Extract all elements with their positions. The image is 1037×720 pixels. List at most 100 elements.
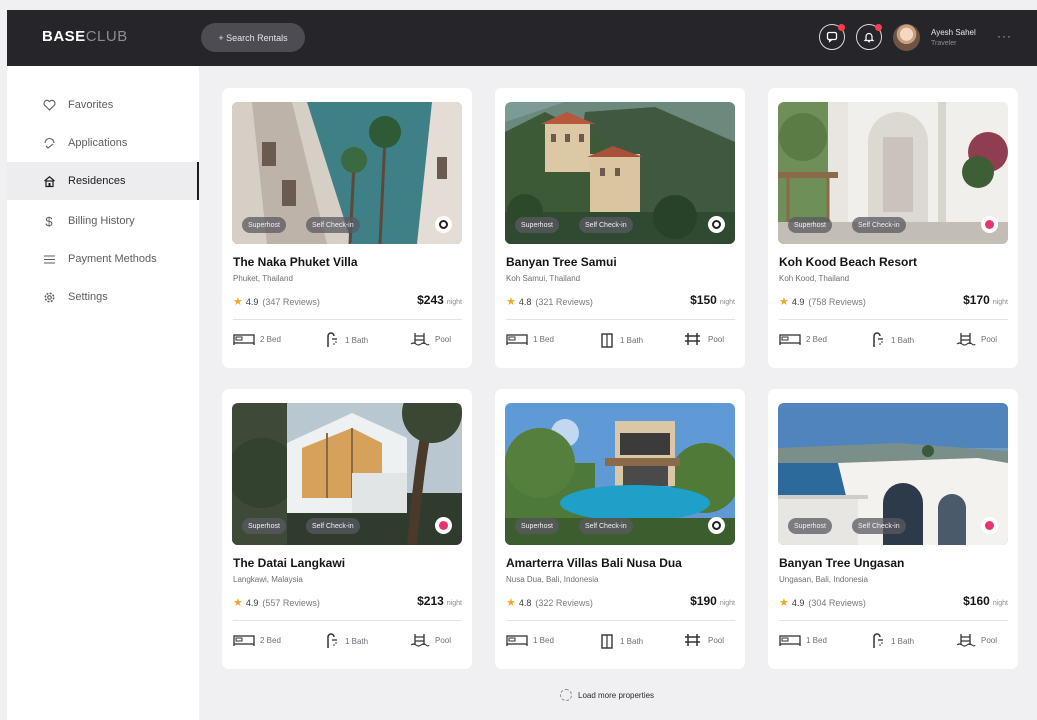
amenity-pool: Pool — [956, 332, 997, 346]
favorite-button[interactable] — [708, 216, 725, 233]
property-rating: ★ 4.8 (321 Reviews) — [506, 296, 593, 308]
sidebar-item-settings[interactable]: Settings — [7, 278, 199, 316]
heart-icon — [439, 521, 448, 530]
favorite-button[interactable] — [981, 517, 998, 534]
sidebar: Favorites Applications Residences $ Bill… — [7, 66, 199, 720]
property-card[interactable]: Superhost Self Check-in Amarterra Villas… — [495, 389, 745, 669]
property-photo[interactable]: Superhost Self Check-in — [232, 403, 462, 545]
property-rating: ★ 4.8 (322 Reviews) — [506, 597, 593, 609]
sidebar-item-label: Applications — [68, 137, 128, 149]
property-title[interactable]: Amarterra Villas Bali Nusa Dua — [506, 556, 682, 570]
applications-icon — [42, 136, 56, 150]
property-rating: ★ 4.9 (557 Reviews) — [233, 597, 320, 609]
avatar[interactable] — [893, 24, 920, 51]
heart-icon — [985, 521, 994, 530]
search-rentals-button[interactable]: + Search Rentals — [201, 23, 305, 52]
load-more-button[interactable]: Load more properties — [560, 689, 654, 701]
self-checkin-badge: Self Check-in — [852, 217, 906, 233]
superhost-badge: Superhost — [788, 217, 832, 233]
property-title[interactable]: Banyan Tree Ungasan — [779, 556, 904, 570]
amenity-pool: Pool — [956, 633, 997, 647]
sidebar-item-billing-history[interactable]: $ Billing History — [7, 202, 199, 240]
property-rating: ★ 4.9 (304 Reviews) — [779, 597, 866, 609]
top-bar: BASECLUB + Search Rentals Ayesh Sahel Tr… — [7, 10, 1037, 66]
messages-button[interactable] — [819, 24, 845, 50]
superhost-badge: Superhost — [515, 217, 559, 233]
property-location: Nusa Dua, Bali, Indonesia — [506, 575, 599, 584]
amenity-beds: 1 Bed — [779, 633, 827, 647]
more-options-button[interactable]: ··· — [997, 29, 1012, 43]
divider — [779, 620, 1008, 621]
star-icon: ★ — [779, 296, 789, 308]
property-price: $160 night — [963, 594, 1008, 608]
bed-icon — [506, 633, 528, 647]
property-price: $243 night — [417, 293, 462, 307]
amenity-beds: 1 Bed — [506, 633, 554, 647]
property-title[interactable]: Banyan Tree Samui — [506, 255, 617, 269]
property-price: $150 night — [690, 293, 735, 307]
user-name: Ayesh Sahel — [931, 28, 976, 37]
heart-icon — [439, 220, 448, 229]
amenity-baths: 1 Bath — [324, 332, 368, 348]
shower-icon — [870, 332, 886, 348]
sidebar-item-label: Favorites — [68, 99, 114, 111]
superhost-badge: Superhost — [515, 518, 559, 534]
superhost-badge: Superhost — [788, 518, 832, 534]
sidebar-item-payment-methods[interactable]: Payment Methods — [7, 240, 199, 278]
notification-dot — [875, 24, 882, 31]
bell-icon — [863, 32, 875, 43]
logo[interactable]: BASECLUB — [42, 28, 128, 45]
bath-icon — [599, 633, 615, 649]
sidebar-item-favorites[interactable]: Favorites — [7, 86, 199, 124]
bed-icon — [506, 332, 528, 346]
sidebar-item-label: Residences — [68, 175, 126, 187]
property-card[interactable]: Superhost Self Check-in Banyan Tree Unga… — [768, 389, 1018, 669]
property-rating: ★ 4.9 (758 Reviews) — [779, 296, 866, 308]
amenity-beds: 2 Bed — [233, 332, 281, 346]
amenity-beds: 1 Bed — [506, 332, 554, 346]
superhost-badge: Superhost — [242, 217, 286, 233]
property-photo[interactable]: Superhost Self Check-in — [778, 403, 1008, 545]
favorite-button[interactable] — [708, 517, 725, 534]
favorite-button[interactable] — [435, 216, 452, 233]
property-photo[interactable]: Superhost Self Check-in — [232, 102, 462, 244]
sidebar-item-residences[interactable]: Residences — [7, 162, 199, 200]
shower-icon — [324, 332, 340, 348]
property-location: Langkawi, Malaysia — [233, 575, 303, 584]
property-photo[interactable]: Superhost Self Check-in — [505, 403, 735, 545]
heart-icon — [712, 521, 721, 530]
bed-icon — [779, 633, 801, 647]
property-card[interactable]: Superhost Self Check-in The Datai Langka… — [222, 389, 472, 669]
favorite-button[interactable] — [981, 216, 998, 233]
divider — [506, 620, 735, 621]
amenity-pool: Pool — [410, 633, 451, 647]
property-title[interactable]: The Datai Langkawi — [233, 556, 345, 570]
star-icon: ★ — [233, 296, 243, 308]
property-card[interactable]: Superhost Self Check-in Banyan Tree Samu… — [495, 88, 745, 368]
pool-icon — [410, 332, 430, 346]
property-title[interactable]: The Naka Phuket Villa — [233, 255, 358, 269]
property-title[interactable]: Koh Kood Beach Resort — [779, 255, 917, 269]
sidebar-item-applications[interactable]: Applications — [7, 124, 199, 162]
bath-icon — [599, 332, 615, 348]
amenity-pool: Pool — [410, 332, 451, 346]
favorite-button[interactable] — [435, 517, 452, 534]
notifications-button[interactable] — [856, 24, 882, 50]
property-location: Phuket, Thailand — [233, 274, 293, 283]
residences-icon — [42, 174, 56, 188]
property-photo[interactable]: Superhost Self Check-in — [505, 102, 735, 244]
property-location: Ungasan, Bali, Indonesia — [779, 575, 868, 584]
bed-icon — [233, 633, 255, 647]
heart-icon — [712, 220, 721, 229]
loading-icon — [560, 689, 572, 701]
property-card[interactable]: Superhost Self Check-in The Naka Phuket … — [222, 88, 472, 368]
amenity-pool: Pool — [683, 332, 724, 346]
menu-icon — [42, 252, 56, 266]
pool-icon — [956, 633, 976, 647]
property-photo[interactable]: Superhost Self Check-in — [778, 102, 1008, 244]
pool-icon — [683, 633, 703, 647]
self-checkin-badge: Self Check-in — [579, 217, 633, 233]
amenity-baths: 1 Bath — [870, 332, 914, 348]
star-icon: ★ — [233, 597, 243, 609]
property-card[interactable]: Superhost Self Check-in Koh Kood Beach R… — [768, 88, 1018, 368]
